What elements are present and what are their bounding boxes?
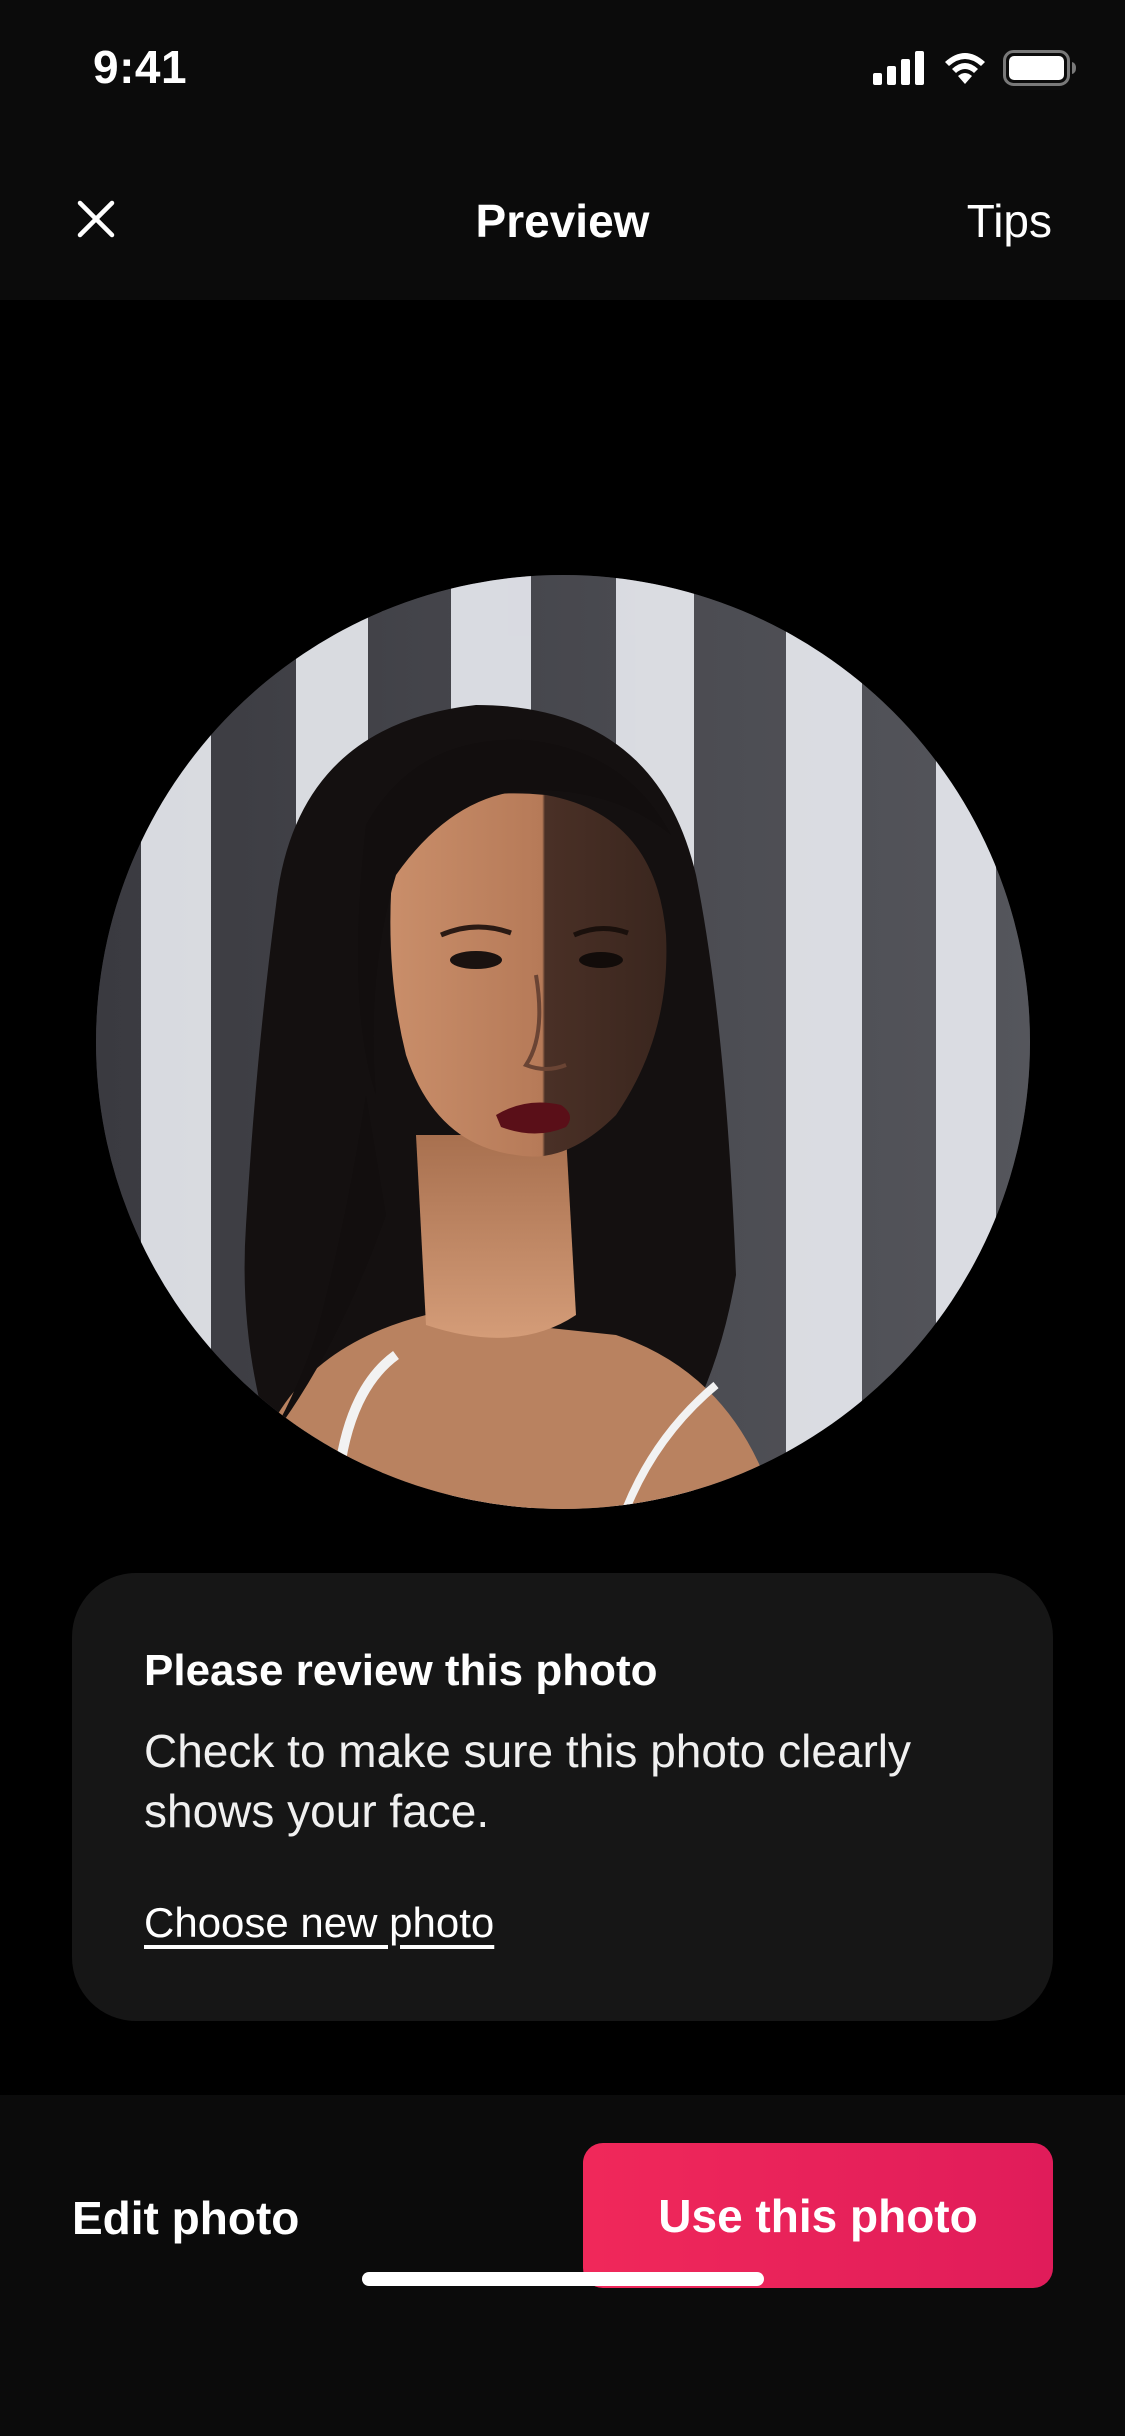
status-time: 9:41 (93, 41, 188, 93)
page-title: Preview (475, 195, 650, 247)
review-body: Check to make sure this photo clearly sh… (144, 1725, 912, 1837)
home-indicator[interactable] (362, 2272, 764, 2286)
status-icons (873, 50, 1077, 91)
bottom-action-bar: Edit photo Use this photo (0, 2095, 1125, 2436)
nav-bar: Preview Tips (0, 135, 1125, 300)
review-card: Please review this photo Check to make s… (72, 1573, 1053, 2021)
choose-new-photo-link[interactable]: Choose new photo (144, 1899, 494, 1947)
use-this-photo-button[interactable]: Use this photo (583, 2143, 1053, 2288)
cellular-signal-icon (873, 51, 927, 90)
status-bar: 9:41 (0, 0, 1125, 135)
edit-photo-button[interactable]: Edit photo (72, 2183, 299, 2253)
battery-icon (1003, 50, 1077, 91)
profile-photo-preview (96, 575, 1030, 1509)
tips-button[interactable]: Tips (967, 185, 1052, 257)
review-title: Please review this photo (144, 1646, 658, 1695)
wifi-icon (941, 50, 989, 91)
